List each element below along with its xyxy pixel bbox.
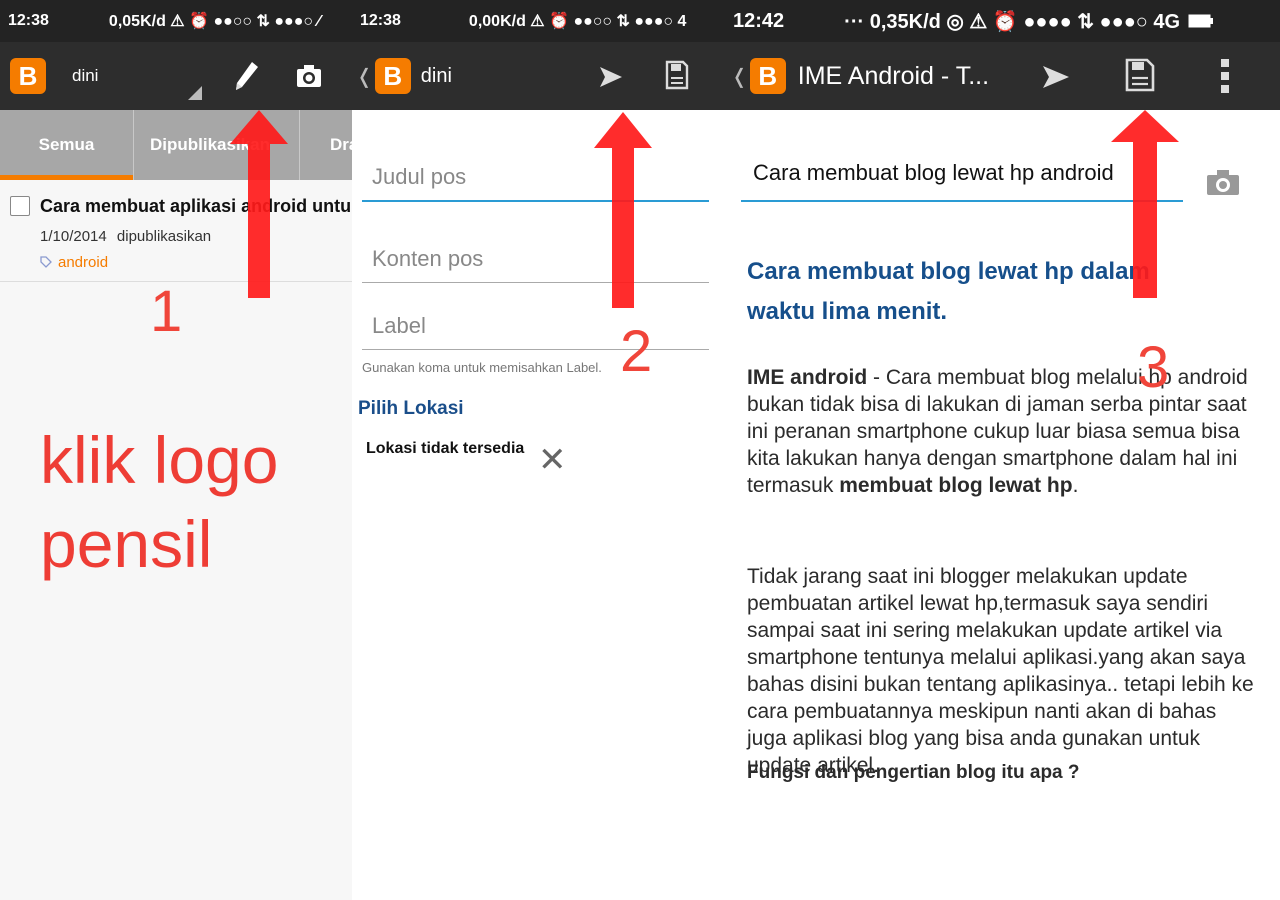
post-status: dipublikasikan bbox=[116, 228, 212, 245]
location-status: Lokasi tidak tersedia bbox=[366, 440, 525, 457]
pencil-icon[interactable] bbox=[228, 58, 264, 94]
field-underline bbox=[362, 349, 709, 350]
tab-draf[interactable]: Draf bbox=[300, 110, 352, 180]
panel-new-post: 12:38 0,00K/d ⚠ ⏰ ●●○○ ⇅ ●●●○ 4 ❬ B dini… bbox=[352, 0, 725, 900]
send-icon[interactable] bbox=[1039, 60, 1073, 94]
list-item[interactable]: Cara membuat aplikasi android untuk blog… bbox=[0, 180, 352, 282]
back-chevron-icon[interactable]: ❬ bbox=[356, 64, 373, 89]
status-indicators: 0,05K/d ⚠ ⏰ ●●○○ ⇅ ●●●○ ⁄ bbox=[108, 13, 321, 30]
step-number: 3 bbox=[1137, 335, 1170, 400]
status-bar: 12:42 ··· 0,35K/d ◎ ⚠ ⏰ ●●●● ⇅ ●●●○ 4G bbox=[725, 0, 1280, 42]
panel-post-list: 12:38 0,05K/d ⚠ ⏰ ●●○○ ⇅ ●●●○ ⁄ B dini S… bbox=[0, 0, 352, 900]
post-meta: 1/10/2014 dipublikasikan bbox=[40, 228, 211, 245]
article-end: . bbox=[1072, 474, 1079, 497]
post-title[interactable]: Cara membuat aplikasi android untuk blog bbox=[40, 196, 352, 217]
send-icon[interactable] bbox=[596, 62, 626, 92]
post-content-field[interactable]: Konten pos bbox=[362, 246, 709, 283]
post-title-field[interactable]: Judul pos bbox=[362, 164, 709, 202]
article-lead: IME android bbox=[747, 366, 868, 389]
blog-name[interactable]: dini bbox=[72, 66, 98, 86]
field-underline bbox=[362, 200, 709, 202]
tag-icon bbox=[40, 256, 52, 268]
back-chevron-icon[interactable]: ❬ bbox=[731, 64, 748, 89]
tab-semua[interactable]: Semua bbox=[0, 110, 133, 180]
status-bar: 12:38 0,00K/d ⚠ ⏰ ●●○○ ⇅ ●●●○ 4 bbox=[352, 0, 725, 42]
post-label-input[interactable]: Label bbox=[362, 313, 709, 339]
select-checkbox[interactable] bbox=[10, 196, 30, 216]
label-hint: Gunakan koma untuk memisahkan Label. bbox=[362, 360, 602, 375]
panel-post-editor: 12:42 ··· 0,35K/d ◎ ⚠ ⏰ ●●●● ⇅ ●●●○ 4G ❬… bbox=[725, 0, 1280, 900]
status-time: 12:42 bbox=[733, 9, 785, 32]
article-paragraph-2: Tidak jarang saat ini blogger melakukan … bbox=[747, 565, 1254, 777]
filter-tabs: Semua Dipublikasikan Draf bbox=[0, 110, 352, 180]
camera-icon[interactable] bbox=[1205, 168, 1241, 201]
blog-name[interactable]: dini bbox=[421, 65, 452, 88]
dropdown-corner-icon[interactable] bbox=[188, 86, 202, 100]
blogger-logo-icon[interactable]: B bbox=[749, 58, 786, 94]
article-paragraph-1: IME android - Cara membuat blog melalui … bbox=[747, 364, 1257, 499]
app-bar: B dini bbox=[0, 42, 352, 110]
post-date: 1/10/2014 bbox=[40, 228, 107, 245]
blogger-logo-icon[interactable]: B bbox=[10, 58, 46, 94]
arrow-up-icon bbox=[1111, 110, 1179, 298]
app-bar: ❬ B IME Android - T... bbox=[725, 42, 1280, 110]
field-underline bbox=[362, 282, 709, 283]
status-bar: 12:38 0,05K/d ⚠ ⏰ ●●○○ ⇅ ●●●○ ⁄ bbox=[0, 0, 352, 42]
more-vert-icon[interactable] bbox=[1215, 56, 1235, 96]
step-number: 1 bbox=[150, 279, 183, 344]
post-label[interactable]: android bbox=[58, 254, 108, 271]
step-number: 2 bbox=[620, 319, 653, 384]
post-content-input[interactable]: Konten pos bbox=[362, 246, 709, 272]
battery-icon bbox=[1188, 14, 1214, 28]
post-label-field[interactable]: Label bbox=[362, 313, 709, 350]
instruction-text: klik logo pensil bbox=[40, 423, 279, 581]
article-subheading: Fungsi dan pengertian blog itu apa ? bbox=[747, 762, 1080, 783]
status-time: 12:38 bbox=[360, 12, 401, 29]
save-icon[interactable] bbox=[662, 56, 692, 94]
close-icon[interactable]: ✕ bbox=[538, 440, 567, 480]
camera-icon[interactable] bbox=[292, 60, 326, 92]
arrow-up-icon bbox=[230, 110, 288, 298]
status-indicators: 0,00K/d ⚠ ⏰ ●●○○ ⇅ ●●●○ 4 bbox=[468, 13, 687, 30]
article-bold: membuat blog lewat hp bbox=[839, 474, 1073, 497]
post-label-row: android bbox=[40, 254, 108, 271]
arrow-up-icon bbox=[594, 112, 652, 308]
blog-name[interactable]: IME Android - T... bbox=[798, 62, 989, 91]
status-time: 12:38 bbox=[8, 12, 49, 29]
location-heading[interactable]: Pilih Lokasi bbox=[358, 398, 464, 420]
app-bar: ❬ B dini bbox=[352, 42, 725, 110]
post-title-input[interactable]: Judul pos bbox=[362, 164, 709, 190]
blogger-logo-icon[interactable]: B bbox=[374, 58, 411, 94]
status-indicators: ··· 0,35K/d ◎ ⚠ ⏰ ●●●● ⇅ ●●●○ 4G bbox=[844, 10, 1181, 33]
save-icon[interactable] bbox=[1123, 54, 1157, 96]
